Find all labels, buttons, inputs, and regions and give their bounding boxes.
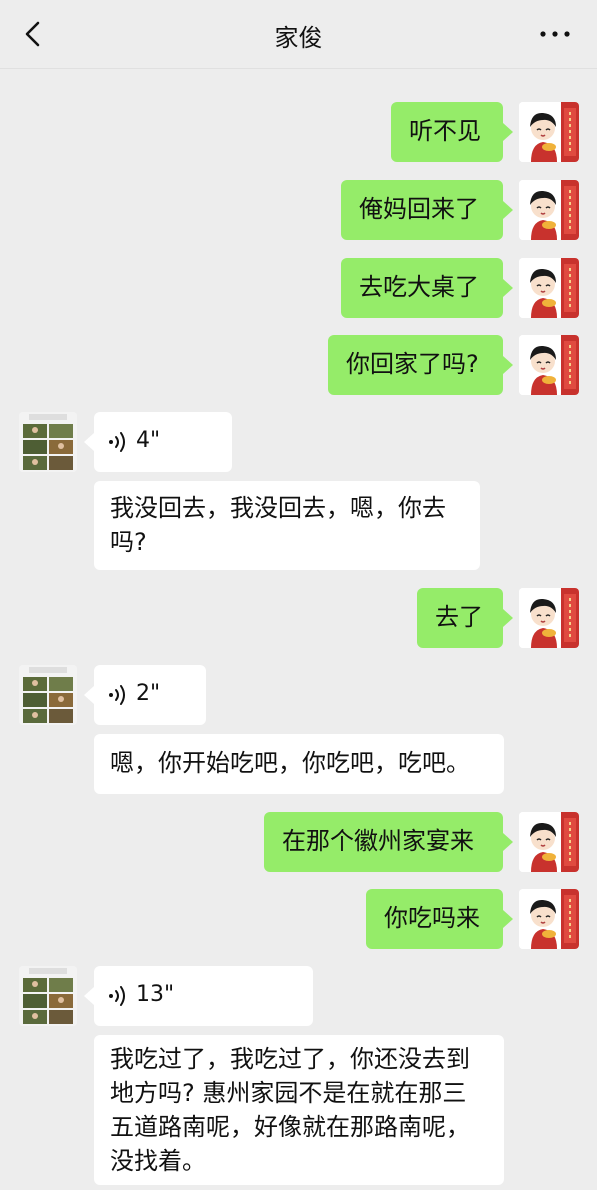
bubble-tail (503, 356, 513, 374)
bubble-tail (503, 201, 513, 219)
message-line: 我吃过了，我吃过了，你还没去到 (110, 1045, 470, 1073)
friend-avatar[interactable] (19, 665, 77, 725)
friend-avatar[interactable] (19, 966, 77, 1026)
my-avatar[interactable] (519, 102, 579, 162)
voice-message-bubble[interactable]: 2" (94, 665, 206, 725)
voice-duration: 13" (136, 982, 175, 1007)
message-line: 五道路南呢，好像就在那路南呢， (110, 1113, 470, 1141)
message-bubble-sent[interactable]: 去了 (417, 588, 503, 648)
my-avatar[interactable] (519, 180, 579, 240)
message-bubble-received[interactable]: 我没回去，我没回去，嗯，你去 吗? (94, 481, 480, 570)
message-bubble-sent[interactable]: 你吃吗来 (366, 889, 503, 949)
bubble-tail (84, 987, 94, 1005)
message-bubble-sent[interactable]: 俺妈回来了 (341, 180, 503, 240)
message-bubble-received[interactable]: 嗯，你开始吃吧，你吃吧，吃吧。 (94, 734, 504, 794)
voice-wave-icon (106, 983, 130, 1007)
more-dots-icon[interactable] (538, 24, 572, 44)
my-avatar[interactable] (519, 889, 579, 949)
message-line: 没找着。 (110, 1147, 206, 1175)
my-avatar[interactable] (519, 812, 579, 872)
message-bubble-sent[interactable]: 听不见 (391, 102, 503, 162)
bubble-tail (503, 833, 513, 851)
top-navigation-bar: 家俊 (0, 0, 597, 69)
chat-title: 家俊 (274, 24, 323, 52)
message-bubble-sent[interactable]: 去吃大桌了 (341, 258, 503, 318)
message-line: 地方吗? 惠州家园不是在就在那三 (110, 1079, 467, 1107)
voice-duration: 2" (136, 681, 161, 706)
message-bubble-sent[interactable]: 在那个徽州家宴来 (264, 812, 503, 872)
my-avatar[interactable] (519, 258, 579, 318)
bubble-tail (503, 123, 513, 141)
voice-duration: 4" (136, 428, 161, 453)
message-line: 我没回去，我没回去，嗯，你去 (110, 494, 446, 522)
message-bubble-sent[interactable]: 你回家了吗? (328, 335, 503, 395)
my-avatar[interactable] (519, 335, 579, 395)
voice-message-bubble[interactable]: 13" (94, 966, 313, 1026)
message-bubble-received[interactable]: 我吃过了，我吃过了，你还没去到 地方吗? 惠州家园不是在就在那三 五道路南呢，好… (94, 1035, 504, 1185)
voice-wave-icon (106, 429, 130, 453)
voice-wave-icon (106, 682, 130, 706)
message-line: 吗? (110, 528, 147, 556)
bubble-tail (84, 686, 94, 704)
bubble-tail (84, 433, 94, 451)
friend-avatar[interactable] (19, 412, 77, 472)
voice-message-bubble[interactable]: 4" (94, 412, 232, 472)
bubble-tail (503, 279, 513, 297)
my-avatar[interactable] (519, 588, 579, 648)
bubble-tail (503, 910, 513, 928)
bubble-tail (503, 609, 513, 627)
